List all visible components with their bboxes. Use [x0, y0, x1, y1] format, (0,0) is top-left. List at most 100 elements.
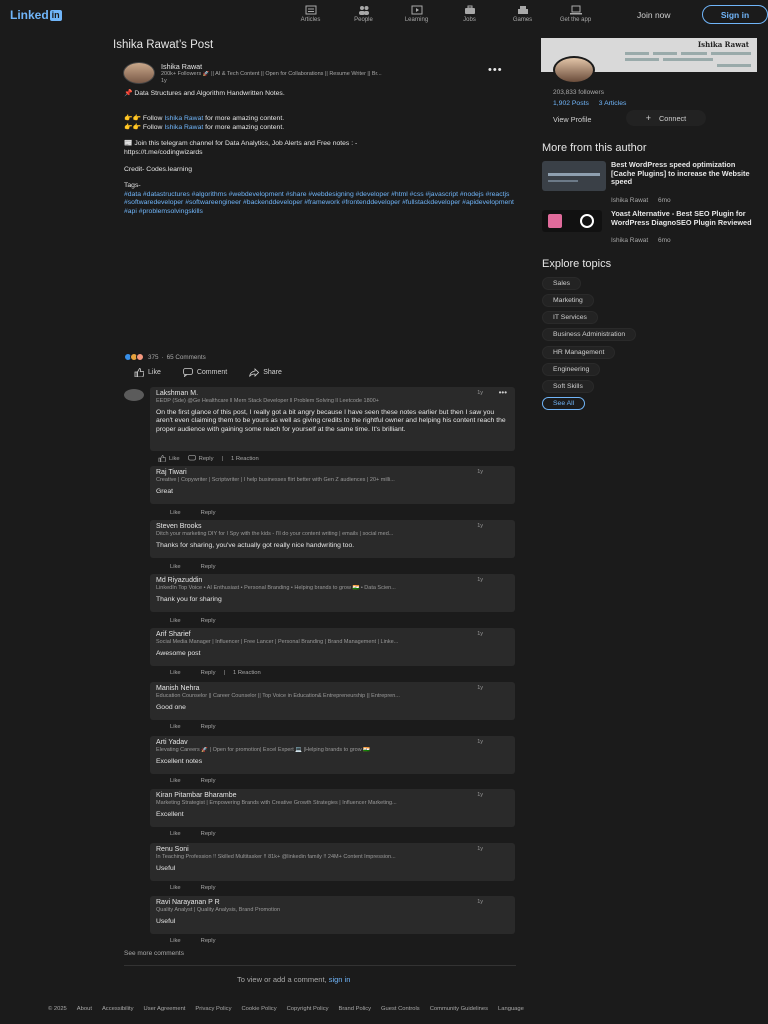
telegram-url[interactable]: https://t.me/codingwizards — [124, 149, 514, 157]
comment-button[interactable]: Comment — [182, 368, 227, 377]
commenter-name[interactable]: Steven Brooks — [156, 523, 509, 530]
see-all-topics-button[interactable]: See All — [542, 397, 586, 410]
comment-like-button[interactable]: Like — [170, 938, 181, 944]
like-button[interactable]: Like — [134, 368, 161, 377]
commenter-name[interactable]: Ravi Narayanan P R — [156, 899, 509, 906]
comment-like-button[interactable]: Like — [169, 456, 180, 462]
more-from-author-heading: More from this author — [542, 142, 647, 154]
reply-icon[interactable] — [187, 455, 196, 462]
commenter-headline: Marketing Strategist | Empowering Brands… — [156, 800, 397, 806]
commenter-name[interactable]: Kiran Pitambar Bharambe — [156, 792, 509, 799]
commenter-name[interactable]: Raj Tiwari — [156, 469, 509, 476]
topic-pill[interactable]: Soft Skills — [542, 380, 594, 393]
topic-pill[interactable]: Business Administration — [542, 328, 637, 341]
article-title[interactable]: Best WordPress speed optimization [Cache… — [611, 160, 753, 187]
topic-pill[interactable]: Marketing — [542, 294, 594, 307]
view-profile-button[interactable]: View Profile — [553, 115, 591, 124]
article-title[interactable]: Yoast Alternative - Best SEO Plugin for … — [611, 209, 753, 227]
comment-reaction-count[interactable]: 1 Reaction — [233, 670, 261, 676]
comment-bubble: Ravi Narayanan P R Quality Analyst | Qua… — [150, 896, 515, 934]
comment-reply-button[interactable]: Reply — [201, 778, 216, 784]
footer-link-about[interactable]: About — [77, 1006, 92, 1012]
comment-options-icon[interactable]: ••• — [499, 388, 507, 397]
footer-link-guest-controls[interactable]: Guest Controls — [381, 1006, 420, 1012]
topic-pill[interactable]: HR Management — [542, 346, 616, 359]
sidebar-author-avatar[interactable] — [553, 56, 595, 84]
comment-reply-button[interactable]: Reply — [201, 724, 216, 730]
author-name[interactable]: Ishika Rawat — [161, 62, 202, 71]
footer-link-privacy-policy[interactable]: Privacy Policy — [195, 1006, 231, 1012]
comment-sign-in-link[interactable]: sign in — [329, 975, 351, 984]
comment-reaction-count[interactable]: 1 Reaction — [231, 456, 259, 462]
commenter-name[interactable]: Md Riyazuddin — [156, 577, 509, 584]
join-now-link[interactable]: Join now — [637, 10, 671, 20]
commenter-avatar[interactable] — [124, 389, 144, 401]
comment-like-button[interactable]: Like — [170, 670, 181, 676]
nav-item-learning[interactable]: Learning — [390, 5, 443, 23]
divider — [124, 965, 516, 966]
comment-text: Awesome post — [156, 650, 201, 657]
topic-pill[interactable]: Engineering — [542, 363, 601, 376]
topic-pill[interactable]: Sales — [542, 277, 582, 290]
comment-like-button[interactable]: Like — [170, 618, 181, 624]
footer-link-language[interactable]: Language — [498, 1006, 524, 1012]
comment-footer: Like Reply — [170, 831, 223, 837]
nav-item-games[interactable]: Games — [496, 5, 549, 23]
nav-item-articles[interactable]: Articles — [284, 5, 337, 23]
comment-reply-button[interactable]: Reply — [201, 564, 216, 570]
connect-button[interactable]: + Connect — [626, 110, 706, 126]
comment-reply-button[interactable]: Reply — [201, 885, 216, 891]
articles-link[interactable]: 3 Articles — [599, 100, 627, 107]
plus-icon: + — [645, 113, 652, 123]
article-card[interactable]: Best WordPress speed optimization [Cache… — [541, 160, 757, 204]
comment-reply-button[interactable]: Reply — [199, 456, 214, 462]
more-options-icon[interactable]: ••• — [488, 64, 503, 76]
commenter-headline: Elevating Careers 🚀 | Open for promotion… — [156, 747, 371, 753]
comment-icon — [182, 368, 193, 377]
comment-reply-button[interactable]: Reply — [201, 938, 216, 944]
footer-link-accessibility[interactable]: Accessibility — [102, 1006, 134, 1012]
reaction-summary[interactable]: 375 · 65 Comments — [124, 353, 206, 361]
comment-count[interactable]: 65 Comments — [167, 354, 206, 361]
comment-like-button[interactable]: Like — [170, 831, 181, 837]
comment-reply-button[interactable]: Reply — [201, 831, 216, 837]
comment-reply-button[interactable]: Reply — [201, 670, 216, 676]
comment-reply-button[interactable]: Reply — [201, 618, 216, 624]
tags-label: Tags- — [124, 182, 141, 190]
footer-link-cookie-policy[interactable]: Cookie Policy — [241, 1006, 276, 1012]
hashtags[interactable]: #data #datastructures #algorithms #webde… — [124, 191, 514, 216]
follow-link[interactable]: Ishika Rawat — [164, 124, 203, 131]
see-more-comments-link[interactable]: See more comments — [124, 950, 184, 957]
article-meta: Ishika Rawat 6mo — [611, 237, 671, 244]
commenter-name[interactable]: Arti Yadav — [156, 739, 509, 746]
footer-link-copyright-policy[interactable]: Copyright Policy — [287, 1006, 329, 1012]
nav-item-jobs[interactable]: Jobs — [443, 5, 496, 23]
commenter-name[interactable]: Manish Nehra — [156, 685, 509, 692]
commenter-name[interactable]: Arif Sharief — [156, 631, 509, 638]
nav-item-people[interactable]: People — [337, 5, 390, 23]
topic-pill[interactable]: IT Services — [542, 311, 598, 324]
article-card[interactable]: Yoast Alternative - Best SEO Plugin for … — [541, 209, 757, 250]
comment-bubble: Arif Sharief Social Media Manager | Infl… — [150, 628, 515, 666]
footer-link-brand-policy[interactable]: Brand Policy — [339, 1006, 372, 1012]
commenter-name[interactable]: Lakshman M. — [156, 390, 509, 397]
comment-like-button[interactable]: Like — [170, 724, 181, 730]
footer-link-user-agreement[interactable]: User Agreement — [144, 1006, 186, 1012]
footer-link-community-guidelines[interactable]: Community Guidelines — [430, 1006, 488, 1012]
comment-like-button[interactable]: Like — [170, 510, 181, 516]
article-author: Ishika Rawat — [611, 237, 649, 244]
commenter-name[interactable]: Renu Soni — [156, 846, 509, 853]
linkedin-logo[interactable]: Linked in — [10, 8, 62, 22]
nav-item-get-the-app[interactable]: Get the app — [549, 5, 602, 23]
banner-name: Ishika Rawat — [697, 40, 749, 49]
comment-like-button[interactable]: Like — [170, 564, 181, 570]
follow-link[interactable]: Ishika Rawat — [164, 115, 203, 122]
sign-in-button[interactable]: Sign in — [702, 5, 768, 24]
share-button[interactable]: Share — [249, 368, 282, 377]
author-avatar[interactable] — [123, 62, 155, 84]
comment-reply-button[interactable]: Reply — [201, 510, 216, 516]
like-icon[interactable] — [158, 455, 166, 462]
comment-like-button[interactable]: Like — [170, 885, 181, 891]
comment-like-button[interactable]: Like — [170, 778, 181, 784]
posts-link[interactable]: 1,902 Posts — [553, 100, 589, 107]
